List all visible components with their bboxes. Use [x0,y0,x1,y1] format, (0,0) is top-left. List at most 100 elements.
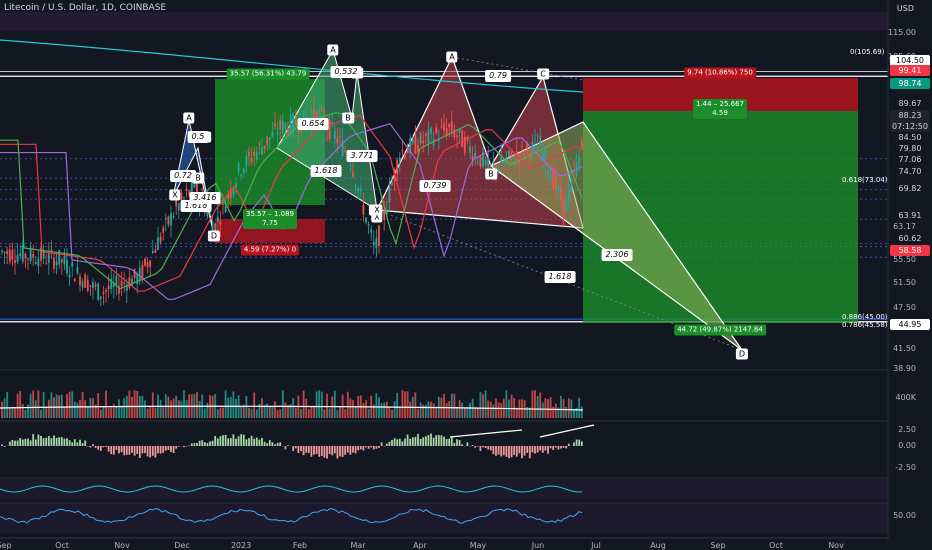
candle-body [32,253,35,259]
osc-bar [50,438,53,446]
osc-bar [419,438,422,446]
candle-body [138,267,141,281]
volume-tick: 400K [895,393,916,402]
candle-body [508,150,510,157]
volume-bar [79,399,81,418]
candle-body [185,189,188,191]
candle-body [76,267,79,274]
osc-bar [333,446,336,454]
osc-bar [89,446,92,448]
volume-bar [544,398,547,418]
volume-bar [92,398,94,418]
volume-bar [253,392,256,418]
candle-body [63,255,66,265]
candle-body [417,145,419,152]
osc-bar [274,444,276,446]
price-tick: 115.00 [888,28,916,37]
volume-bar [484,390,487,418]
candle-body [102,292,105,294]
osc-bar [341,446,344,457]
osc-bar [489,446,492,451]
candle-body [492,162,495,164]
volume-bar [128,390,131,418]
volume-bar [560,395,562,418]
osc-bar [300,446,302,452]
volume-bar [255,409,258,418]
volume-bar [427,401,430,418]
volume-bar [432,403,435,418]
candle-body [333,131,336,139]
candle-body [287,127,289,134]
osc-bar [471,445,474,446]
osc-bar [391,439,393,446]
osc-bar [547,446,549,454]
candle-body [388,187,391,203]
candle-body [219,221,222,225]
volume-bar [50,392,53,418]
volume-bar [177,400,180,418]
candle-body [362,204,365,215]
osc-bar [99,446,102,451]
candle-body [263,145,266,149]
osc-bar [224,434,227,446]
osc-bar [495,446,497,456]
candle-body [562,199,565,217]
candle-body [34,262,37,264]
candle-body [149,260,152,267]
osc-bar [66,438,68,446]
osc-bar [206,443,209,446]
candle-body [521,145,523,147]
candle-body [450,120,453,132]
pattern-ratio: 0.532 [330,66,362,78]
candle-body [245,155,248,167]
candle-body [1,250,3,252]
candle-body [183,197,185,199]
volume-bar [287,405,289,418]
volume-bar [510,394,513,418]
candle-body [86,280,89,292]
volume-bar [349,398,352,418]
volume-bar [141,396,144,418]
pattern-point: X [169,189,181,201]
osc-bar [144,446,146,454]
volume-bar [133,390,136,418]
osc-bar [128,446,131,455]
candle-body [339,136,341,138]
currency-label: USD [896,4,914,13]
candle-body [235,183,237,188]
volume-bar [55,394,58,418]
candle-body [370,229,373,233]
pattern-ratio: 2.306 [601,249,633,261]
osc-bar [393,438,396,446]
osc-bar [432,437,435,446]
osc-bar [125,446,128,455]
osc-bar [375,446,378,449]
osc-bar [250,435,253,446]
time-tick: Dec [174,541,190,550]
volume-bar [45,407,48,418]
candle-body [427,129,430,144]
volume-bar [185,400,188,418]
candle-body [536,145,539,152]
osc-bar [313,446,315,455]
osc-bar [63,438,66,446]
volume-bar [385,401,388,418]
price-flag: 07:12:50 [890,121,930,132]
candle-body [484,159,487,166]
candle-body [565,200,568,212]
candle-body [154,249,157,253]
osc-bar [263,441,266,446]
candle-body [19,253,22,256]
volume-bar [393,401,396,418]
chart-canvas[interactable] [0,0,932,550]
candle-body [175,200,178,207]
osc-bar [8,441,11,446]
symbol-title: Litecoin / U.S. Dollar, 1D, COINBASE [4,3,167,13]
candle-body [79,276,81,286]
volume-bar [170,400,172,418]
osc-bar [424,436,427,446]
candle-body [24,254,27,259]
volume-bar [84,400,87,418]
osc-bar [71,442,74,446]
osc-bar [531,446,534,453]
